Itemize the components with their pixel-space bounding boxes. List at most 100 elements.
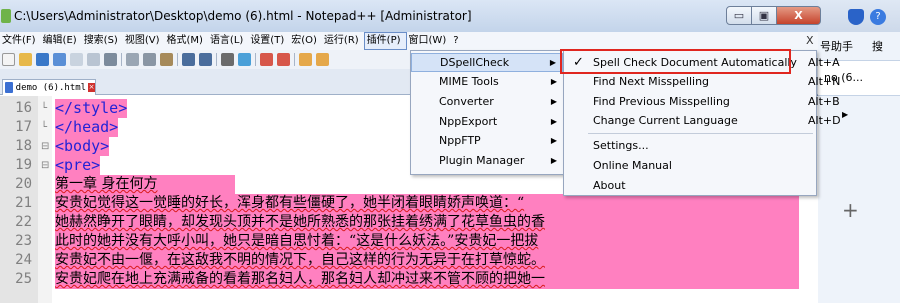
tab-demo-6-html[interactable]: demo (6).html × (2, 79, 96, 95)
window-title: C:\Users\Administrator\Desktop\demo (6).… (14, 9, 472, 23)
menu-item-dspellcheck[interactable]: DSpellCheck ▶ (411, 53, 563, 72)
line-number: 19 (15, 157, 32, 173)
submenu-arrow-icon: ▶ (550, 97, 557, 106)
line-number: 21 (15, 195, 32, 211)
zoom-in-icon[interactable] (260, 53, 273, 66)
new-file-icon[interactable] (2, 53, 15, 66)
menu-view[interactable]: 视图(V) (123, 32, 165, 50)
close-button[interactable]: X (777, 6, 821, 25)
fold-marker[interactable]: ⊟ (41, 156, 51, 175)
save-icon[interactable] (36, 53, 49, 66)
menu-item-label: NppExport (439, 115, 498, 128)
title-bar[interactable]: C:\Users\Administrator\Desktop\demo (6).… (0, 0, 821, 32)
fold-marker[interactable]: ⊟ (41, 137, 51, 156)
open-file-icon[interactable] (19, 53, 32, 66)
code-text: 她赫然睁开了眼睛，却发现头顶并不是她所熟悉的那张挂着绣满了花草鱼虫的香 (55, 213, 799, 232)
background-app: ? 号助手 搜 no (6... + (818, 0, 900, 303)
menu-item-find-previous-misspelling[interactable]: Find Previous Misspelling Alt+B (564, 92, 840, 111)
menu-help[interactable]: ? (451, 32, 463, 50)
menu-separator (588, 133, 813, 134)
menu-item-online-manual[interactable]: Online Manual (564, 156, 816, 175)
plugins-menu: DSpellCheck ▶ MIME Tools ▶ Converter ▶ N… (410, 50, 564, 175)
menu-plugins[interactable]: 插件(P) (363, 32, 407, 50)
toolbar-separator (216, 53, 217, 66)
code-line: 22 她赫然睁开了眼睛，却发现头顶并不是她所熟悉的那张挂着绣满了花草鱼虫的香 (0, 213, 818, 232)
background-toolbar: ? (818, 0, 900, 32)
menu-item-mime-tools[interactable]: MIME Tools ▶ (411, 72, 563, 91)
submenu-arrow-icon: ▶ (550, 117, 557, 126)
code-text: <pre> (55, 156, 101, 175)
line-number: 18 (15, 138, 32, 154)
shield-icon[interactable] (848, 9, 864, 25)
menu-item-label: Change Current Language (593, 114, 738, 127)
menu-item-shortcut: Alt+B (808, 95, 840, 108)
menu-item-nppftp[interactable]: NppFTP ▶ (411, 131, 563, 150)
menu-item-label: Settings... (593, 139, 649, 152)
tab-label: demo (6).html (15, 82, 87, 93)
menu-item-label: About (593, 179, 626, 192)
window-controls: ▭ ▣ X (726, 6, 821, 26)
line-number: 17 (15, 119, 32, 135)
menu-settings[interactable]: 设置(T) (248, 32, 289, 50)
close-all-icon[interactable] (87, 53, 100, 66)
cut-icon[interactable] (126, 53, 139, 66)
code-text: 安贵妃不由一偃，在这敌我不明的情况下，自己这样的行为无异于在打草惊蛇。 (55, 251, 799, 270)
find-icon[interactable] (221, 53, 234, 66)
zoom-out-icon[interactable] (277, 53, 290, 66)
word-wrap-icon[interactable] (316, 53, 329, 66)
help-assistant-tab[interactable]: 号助手 (820, 38, 853, 54)
help-icon[interactable]: ? (870, 9, 886, 25)
close-file-icon[interactable] (70, 53, 83, 66)
sync-scroll-icon[interactable] (299, 53, 312, 66)
line-number: 23 (15, 233, 32, 249)
menu-search[interactable]: 搜索(S) (82, 32, 123, 50)
replace-icon[interactable] (238, 53, 251, 66)
maximize-button[interactable]: ▣ (752, 6, 777, 25)
line-number: 16 (15, 100, 32, 116)
menu-language[interactable]: 语言(L) (208, 32, 248, 50)
code-line: 24 安贵妃不由一偃，在这敌我不明的情况下，自己这样的行为无异于在打草惊蛇。 (0, 251, 818, 270)
fold-marker[interactable]: └ (41, 118, 51, 137)
menu-run[interactable]: 运行(R) (322, 32, 364, 50)
menu-item-label: MIME Tools (439, 75, 499, 88)
code-text: 安贵妃觉得这一觉睡的好长，浑身都有些僵硬了，她半闭着眼睛娇声唤道：“ (55, 194, 799, 213)
menu-item-label: Find Previous Misspelling (593, 95, 730, 108)
redo-icon[interactable] (199, 53, 212, 66)
menu-item-label: Find Next Misspelling (593, 75, 710, 88)
toolbar-separator (177, 53, 178, 66)
menu-item-label: Online Manual (593, 159, 672, 172)
menu-item-settings[interactable]: Settings... (564, 136, 816, 155)
menu-item-plugin-manager[interactable]: Plugin Manager ▶ (411, 151, 563, 170)
toolbar-separator (121, 53, 122, 66)
close-document-icon[interactable]: X (806, 34, 814, 47)
menu-edit[interactable]: 编辑(E) (41, 32, 82, 50)
menu-file[interactable]: 文件(F) (0, 32, 41, 50)
submenu-arrow-icon: ▶ (550, 136, 557, 145)
save-all-icon[interactable] (53, 53, 66, 66)
menu-item-shortcut: Alt+D (808, 114, 841, 127)
menu-bar: 文件(F) 编辑(E) 搜索(S) 视图(V) 格式(M) 语言(L) 设置(T… (0, 32, 818, 50)
copy-icon[interactable] (143, 53, 156, 66)
menu-item-converter[interactable]: Converter ▶ (411, 92, 563, 111)
menu-macro[interactable]: 宏(O) (289, 32, 322, 50)
search-tab[interactable]: 搜 (872, 38, 883, 54)
line-number: 22 (15, 214, 32, 230)
menu-item-nppexport[interactable]: NppExport ▶ (411, 112, 563, 131)
tab-close-icon[interactable]: × (88, 83, 95, 92)
paste-icon[interactable] (160, 53, 173, 66)
menu-item-change-current-language[interactable]: Change Current Language Alt+D (564, 111, 841, 130)
menu-item-about[interactable]: About (564, 176, 816, 195)
menu-item-find-next-misspelling[interactable]: Find Next Misspelling Alt+N (564, 72, 840, 91)
undo-icon[interactable] (182, 53, 195, 66)
fold-marker[interactable]: └ (41, 99, 51, 118)
plus-icon[interactable]: + (842, 198, 859, 222)
code-line: 21 安贵妃觉得这一觉睡的好长，浑身都有些僵硬了，她半闭着眼睛娇声唤道：“ (0, 194, 818, 213)
menu-window[interactable]: 窗口(W) (407, 32, 452, 50)
line-number: 24 (15, 252, 32, 268)
print-icon[interactable] (104, 53, 117, 66)
toolbar-separator (294, 53, 295, 66)
menu-item-label: Converter (439, 95, 494, 108)
menu-format[interactable]: 格式(M) (165, 32, 208, 50)
minimize-button[interactable]: ▭ (726, 6, 752, 25)
menu-item-shortcut: Alt+A (808, 56, 840, 69)
